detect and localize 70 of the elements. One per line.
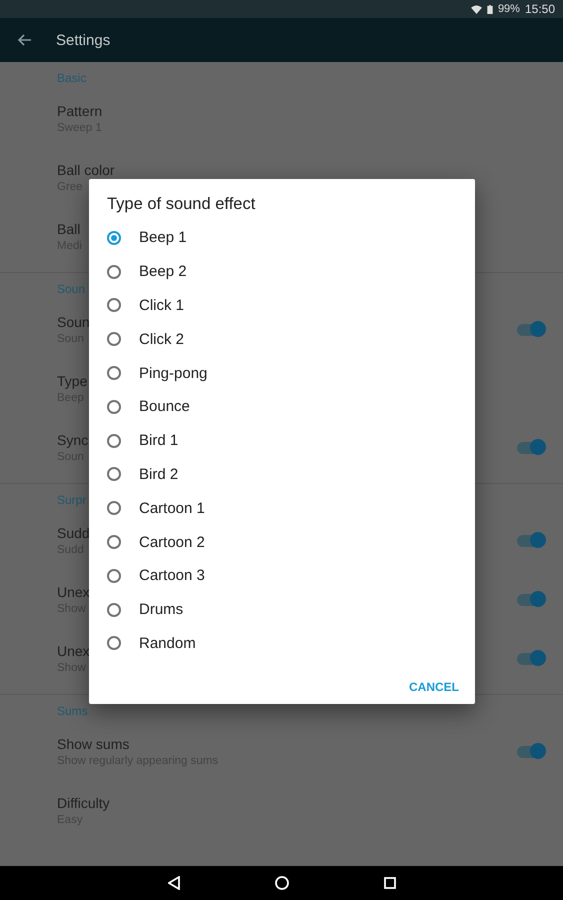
radio-button[interactable]	[107, 366, 121, 380]
option-label: Ping-pong	[139, 364, 208, 382]
toggle-switch[interactable]	[517, 746, 543, 758]
radio-button[interactable]	[107, 230, 121, 245]
radio-option[interactable]: Random	[89, 626, 475, 660]
toggle-switch[interactable]	[517, 652, 543, 664]
setting-title: Ball color	[57, 162, 115, 178]
setting-title: Ball	[57, 221, 80, 237]
option-label: Cartoon 1	[139, 500, 205, 517]
radio-option[interactable]: Cartoon 1	[89, 491, 475, 526]
radio-button[interactable]	[107, 434, 121, 448]
setting-title: Unex	[57, 643, 90, 659]
screen-title: Settings	[56, 32, 110, 48]
option-label: Cartoon 2	[139, 534, 205, 551]
toggle-switch[interactable]	[517, 534, 543, 546]
radio-option[interactable]: Beep 2	[89, 254, 475, 289]
radio-option[interactable]: Bird 2	[89, 458, 475, 492]
battery-level: 99%	[498, 3, 520, 15]
radio-button[interactable]	[107, 501, 121, 516]
option-label: Click 1	[139, 296, 184, 314]
option-label: Beep 1	[139, 229, 187, 246]
option-label: Bird 1	[139, 432, 178, 450]
option-label: Random	[139, 634, 196, 652]
wifi-icon	[470, 4, 482, 14]
setting-title: Sudd	[57, 525, 90, 541]
radio-option[interactable]: Cartoon 3	[89, 558, 475, 593]
radio-button[interactable]	[107, 602, 121, 617]
back-arrow-icon[interactable]	[18, 34, 32, 46]
radio-option[interactable]: Click 2	[89, 322, 475, 356]
radio-option[interactable]: Bird 1	[89, 424, 475, 458]
radio-button[interactable]	[107, 636, 121, 650]
section-header: Basic	[57, 71, 86, 85]
radio-button[interactable]	[107, 400, 121, 414]
toggle-switch[interactable]	[517, 324, 543, 336]
radio-option[interactable]: Cartoon 2	[89, 525, 475, 559]
section-header: Soun	[57, 282, 86, 296]
option-label: Cartoon 3	[139, 567, 205, 584]
option-label: Beep 2	[139, 263, 187, 280]
setting-title: Soun	[57, 314, 90, 330]
section-header: Surpr	[57, 493, 86, 507]
radio-option[interactable]: Drums	[89, 592, 475, 627]
radio-option[interactable]: Ping-pong	[89, 356, 475, 390]
radio-option[interactable]: Bounce	[89, 390, 475, 424]
radio-button[interactable]	[107, 298, 121, 312]
setting-title: Type	[57, 373, 88, 389]
radio-button[interactable]	[107, 332, 121, 346]
option-label: Bird 2	[139, 466, 178, 483]
radio-option[interactable]: Beep 1	[89, 221, 475, 255]
back-icon[interactable]	[168, 876, 180, 890]
toggle-switch[interactable]	[517, 594, 543, 606]
setting-title: Show sums	[57, 736, 130, 752]
section-header: Sums	[57, 704, 88, 718]
radio-button[interactable]	[107, 467, 121, 482]
option-label: Drums	[139, 601, 184, 618]
clock-time: 15:50	[524, 2, 555, 16]
dialog-title: Type of sound effect	[106, 195, 256, 214]
toggle-switch[interactable]	[517, 442, 543, 454]
battery-icon	[486, 4, 493, 14]
setting-title: Unex	[57, 584, 90, 600]
setting-title: Sync	[57, 432, 88, 448]
option-label: Bounce	[139, 398, 190, 416]
radio-button[interactable]	[107, 264, 121, 279]
setting-title: Pattern	[57, 103, 102, 119]
recents-icon[interactable]	[384, 877, 396, 889]
radio-option[interactable]: Click 1	[89, 288, 475, 322]
setting-title: Difficulty	[57, 795, 110, 811]
option-label: Click 2	[139, 330, 184, 348]
home-icon[interactable]	[274, 876, 288, 890]
radio-button[interactable]	[107, 535, 121, 550]
radio-button[interactable]	[107, 568, 121, 583]
